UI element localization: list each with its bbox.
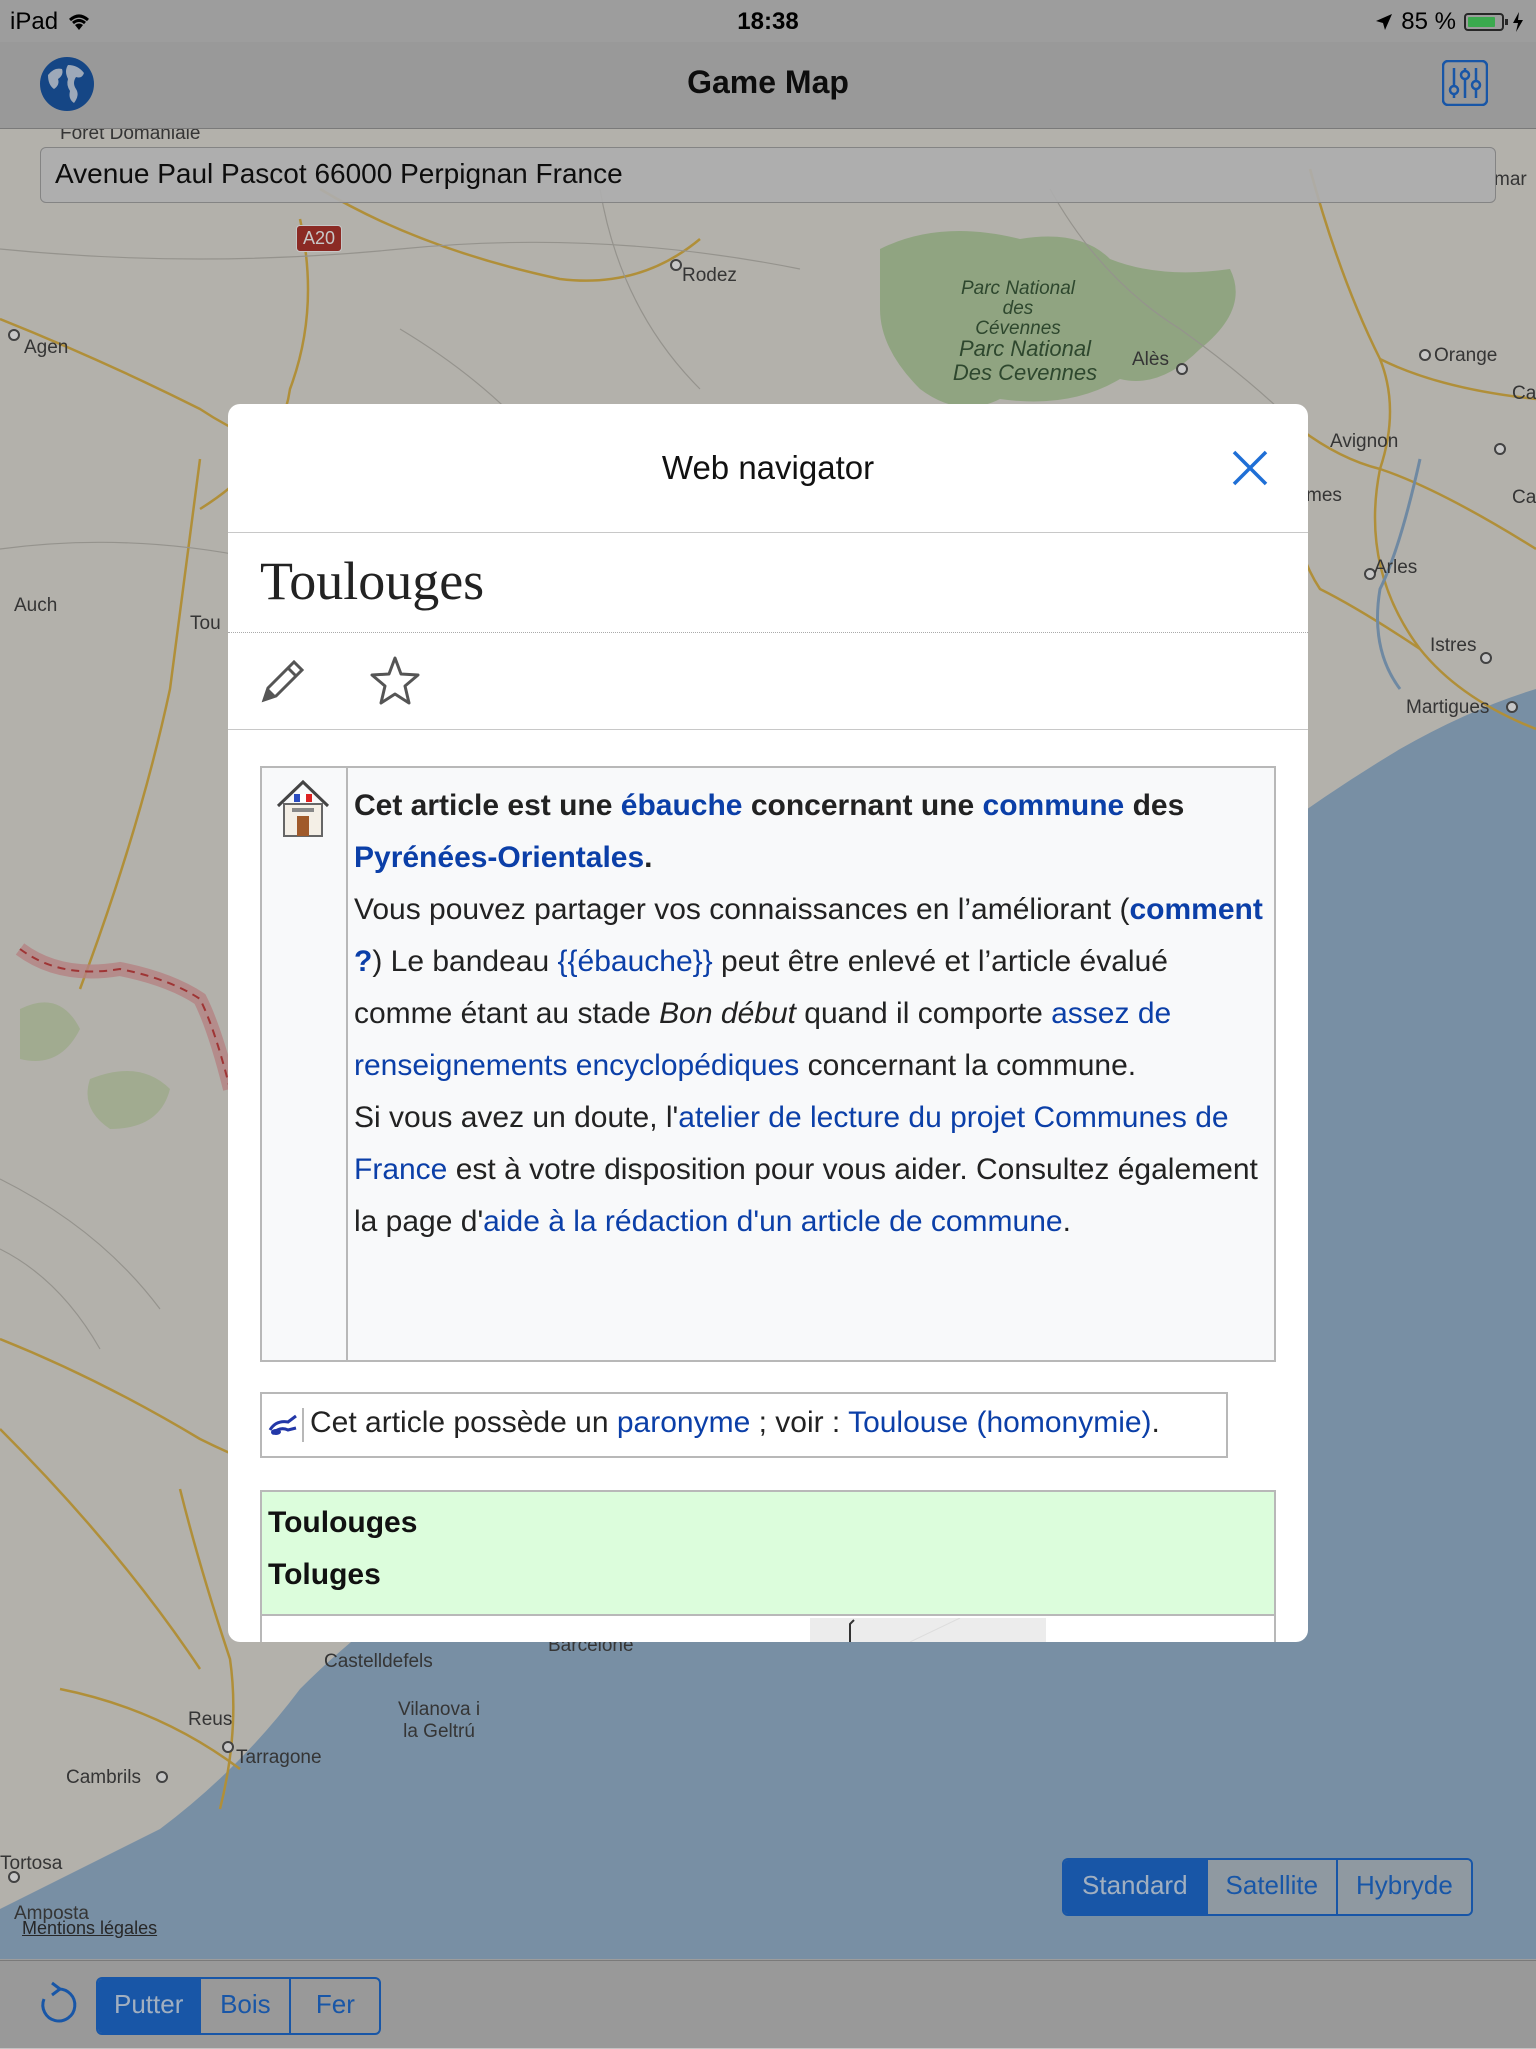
stub-icon-column <box>262 768 348 1360</box>
modal-header: Web navigator <box>228 404 1308 533</box>
infobox-name: Toulouges <box>268 1506 418 1539</box>
stub-s2e: concernant la commune. <box>799 1049 1137 1082</box>
close-icon[interactable] <box>1230 448 1270 488</box>
infobox: Toulouges Toluges <box>260 1490 1276 1642</box>
paronym-icon <box>268 1408 304 1442</box>
stub-s1a: Cet article est une <box>354 789 621 822</box>
link-commune[interactable]: commune <box>983 789 1125 822</box>
stub-s2a: Vous pouvez partager vos connaissances e… <box>354 893 1130 926</box>
stub-s3c: . <box>1062 1205 1071 1238</box>
link-toulouse-homonymie[interactable]: Toulouse (homonymie) <box>848 1406 1151 1439</box>
town-hall-icon <box>276 779 330 837</box>
web-navigator-modal: Web navigator Toulouges Cet article est … <box>228 404 1308 1642</box>
paronym-c: . <box>1151 1406 1160 1439</box>
stub-notice-box: Cet article est une ébauche concernant u… <box>260 766 1276 1362</box>
star-icon[interactable] <box>368 654 422 708</box>
link-paronyme[interactable]: paronyme <box>617 1406 750 1439</box>
infobox-catalan-name: Toluges <box>268 1558 381 1591</box>
title-divider <box>228 632 1308 633</box>
stub-s1b: concernant une <box>742 789 983 822</box>
article-title: Toulouges <box>260 551 485 611</box>
modal-title: Web navigator <box>661 449 875 486</box>
stub-s2d: quand il comporte <box>795 997 1052 1030</box>
stub-s2-italic: Bon début <box>659 997 796 1030</box>
stub-text: Cet article est une ébauche concernant u… <box>354 780 1266 1248</box>
stub-s2b: ) Le bandeau <box>372 945 558 978</box>
stub-s3a: Si vous avez un doute, l' <box>354 1101 679 1134</box>
infobox-map-image <box>810 1617 1046 1642</box>
paronym-notice-box: Cet article possède un paronyme ; voir :… <box>260 1392 1228 1458</box>
stub-s1c: des <box>1124 789 1185 822</box>
paronym-a: Cet article possède un <box>310 1406 617 1439</box>
link-ebauche-template[interactable]: {{ébauche}} <box>557 945 712 978</box>
link-pyrenees-orientales[interactable]: Pyrénées-Orientales <box>354 841 644 874</box>
link-aide-redaction[interactable]: aide à la rédaction d'un article de comm… <box>483 1205 1062 1238</box>
stub-s1d: . <box>644 841 653 874</box>
paronym-text: Cet article possède un paronyme ; voir :… <box>310 1406 1160 1440</box>
pencil-icon[interactable] <box>258 656 308 706</box>
toolbar-divider <box>228 729 1308 730</box>
infobox-header: Toulouges Toluges <box>262 1492 1274 1616</box>
paronym-b: ; voir : <box>750 1406 849 1439</box>
link-ebauche[interactable]: ébauche <box>621 789 743 822</box>
